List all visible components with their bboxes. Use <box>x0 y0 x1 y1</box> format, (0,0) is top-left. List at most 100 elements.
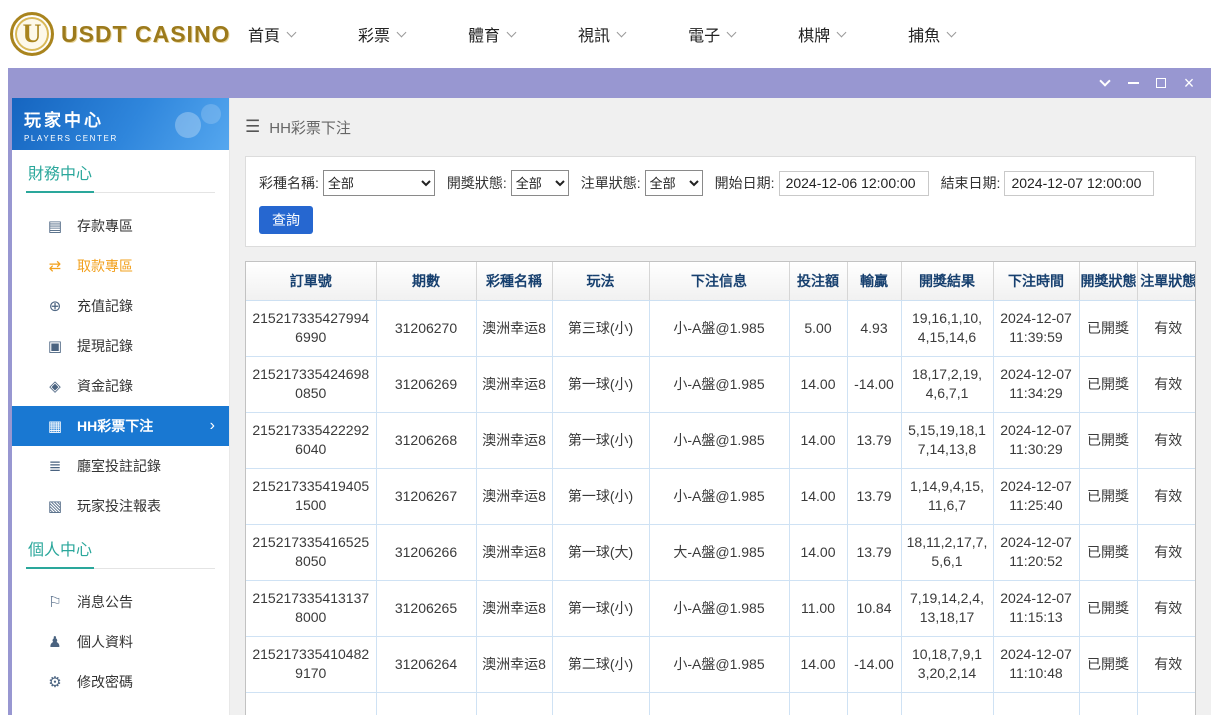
table-cell <box>476 692 552 715</box>
table-cell: 4.93 <box>847 300 901 356</box>
table-cell: 1,14,9,4,15,11,6,7 <box>901 468 993 524</box>
chevron-down-icon <box>397 27 407 37</box>
table-cell: 31206270 <box>376 300 476 356</box>
table-cell: 澳洲幸运8 <box>476 524 552 580</box>
hamburger-icon[interactable]: ☰ <box>245 117 260 137</box>
filter-button-row: 查詢 <box>259 206 1182 234</box>
table-row: 215217335419405150031206267澳洲幸运8第一球(小)小-… <box>246 468 1196 524</box>
table-cell: 澳洲幸运8 <box>476 636 552 692</box>
table-cell: 澳洲幸运8 <box>476 356 552 412</box>
sidebar-item-player-bet-report[interactable]: ▧ 玩家投注報表 <box>12 486 229 526</box>
table-cell <box>1079 692 1137 715</box>
table-cell: 有效 <box>1137 524 1196 580</box>
table-cell: 已開獎 <box>1079 580 1137 636</box>
site-logo[interactable]: U USDT CASINO <box>10 12 248 56</box>
sidebar-section-finance: 財務中心 <box>26 160 215 193</box>
window-maximize-button[interactable] <box>1147 68 1175 98</box>
main-nav: 首頁 彩票 體育 視訊 電子 棋牌 捕魚 <box>248 22 1018 46</box>
nav-item-lottery[interactable]: 彩票 <box>358 22 405 46</box>
sidebar-item-profile[interactable]: ♟ 個人資料 <box>12 622 229 662</box>
table-cell: 5.00 <box>789 300 847 356</box>
table-cell: 第一球(大) <box>552 524 649 580</box>
table-cell <box>649 692 789 715</box>
table-cell: 18,17,2,19,4,6,7,1 <box>901 356 993 412</box>
sidebar-item-label: 資金記錄 <box>77 376 133 396</box>
logo-monogram: U <box>10 12 54 56</box>
filter-row: 彩種名稱: 全部 開獎狀態: 全部 注單狀態: 全部 開始日期: <box>259 170 1182 196</box>
table-cell: 31206265 <box>376 580 476 636</box>
table-cell: 2152173354222926040 <box>246 412 376 468</box>
window-body: 玩家中心 PLAYERS CENTER 財務中心 ▤ 存款專區 ⇄ 取款專區 <box>12 98 1211 715</box>
table-cell: 11.00 <box>789 580 847 636</box>
end-date-label: 結束日期: <box>941 173 1001 193</box>
nav-item-fishing[interactable]: 捕魚 <box>908 22 955 46</box>
window-titlebar: × <box>12 68 1211 98</box>
table-cell <box>376 692 476 715</box>
chevron-down-icon <box>947 27 957 37</box>
nav-item-sports[interactable]: 體育 <box>468 22 515 46</box>
nav-item-video[interactable]: 視訊 <box>578 22 625 46</box>
table-cell: 14.00 <box>789 524 847 580</box>
table-cell: 第二球(小) <box>552 636 649 692</box>
table-cell: 31206268 <box>376 412 476 468</box>
nav-item-egames[interactable]: 電子 <box>688 22 735 46</box>
end-date-input[interactable] <box>1004 171 1154 196</box>
table-row: 215217335427994699031206270澳洲幸运8第三球(小)小-… <box>246 300 1196 356</box>
sidebar-item-recharge-records[interactable]: ⊕ 充值記錄 <box>12 286 229 326</box>
sidebar-item-label: 消息公告 <box>77 592 133 612</box>
table-cell: 澳洲幸运8 <box>476 412 552 468</box>
screen: U USDT CASINO 首頁 彩票 體育 視訊 電子 棋牌 捕魚 × 玩家中… <box>0 0 1211 715</box>
table-cell: -14.00 <box>847 356 901 412</box>
player-center-window: × 玩家中心 PLAYERS CENTER 財務中心 ▤ 存款專區 ⇄ <box>8 68 1211 715</box>
cash-record-icon: ▣ <box>46 337 64 355</box>
table-cell: 已開獎 <box>1079 468 1137 524</box>
bet-table: 訂單號期數彩種名稱玩法下注信息投注額輸贏開獎結果下注時間開獎狀態注單狀態 215… <box>246 262 1196 715</box>
sidebar-item-withdrawal-records[interactable]: ▣ 提現記錄 <box>12 326 229 366</box>
table-cell: 19,16,1,10,4,15,14,6 <box>901 300 993 356</box>
nav-item-label: 電子 <box>688 22 720 46</box>
table-row: 215217335410482917031206264澳洲幸运8第二球(小)小-… <box>246 636 1196 692</box>
sidebar-item-label: 存款專區 <box>77 216 133 236</box>
table-cell: 13.79 <box>847 524 901 580</box>
sidebar-item-hh-lottery-bets[interactable]: ▦ HH彩票下注 › <box>12 406 229 446</box>
sidebar: 玩家中心 PLAYERS CENTER 財務中心 ▤ 存款專區 ⇄ 取款專區 <box>12 98 230 715</box>
sidebar-item-deposit[interactable]: ▤ 存款專區 <box>12 206 229 246</box>
start-date-input[interactable] <box>779 171 929 196</box>
deposit-icon: ▤ <box>46 217 64 235</box>
main-content: ☰ HH彩票下注 彩種名稱: 全部 開獎狀態: 全部 注單狀態: <box>230 98 1211 715</box>
lottery-type-select[interactable]: 全部 <box>323 170 435 196</box>
start-date-label: 開始日期: <box>715 173 775 193</box>
search-button[interactable]: 查詢 <box>259 206 313 234</box>
recharge-icon: ⊕ <box>46 297 64 315</box>
sidebar-item-withdraw[interactable]: ⇄ 取款專區 <box>12 246 229 286</box>
maximize-icon <box>1156 78 1166 88</box>
draw-status-select[interactable]: 全部 <box>511 170 569 196</box>
bet-table-body: 215217335427994699031206270澳洲幸运8第三球(小)小-… <box>246 300 1196 715</box>
bet-table-card: 訂單號期數彩種名稱玩法下注信息投注額輸贏開獎結果下注時間開獎狀態注單狀態 215… <box>245 261 1196 715</box>
table-cell: 2152173354279946990 <box>246 300 376 356</box>
nav-item-chess[interactable]: 棋牌 <box>798 22 845 46</box>
table-cell: 18,11,2,17,7,5,6,1 <box>901 524 993 580</box>
window-collapse-button[interactable] <box>1091 68 1119 98</box>
sidebar-item-change-password[interactable]: ⚙ 修改密碼 <box>12 662 229 702</box>
table-cell: 澳洲幸运8 <box>476 580 552 636</box>
table-cell: 已開獎 <box>1079 412 1137 468</box>
nav-item-home[interactable]: 首頁 <box>248 22 295 46</box>
bet-table-header-row: 訂單號期數彩種名稱玩法下注信息投注額輸贏開獎結果下注時間開獎狀態注單狀態 <box>246 262 1196 300</box>
list-icon: ≣ <box>46 457 64 475</box>
column-header: 投注額 <box>789 262 847 300</box>
column-header: 注單狀態 <box>1137 262 1196 300</box>
sidebar-item-funds-records[interactable]: ◈ 資金記錄 <box>12 366 229 406</box>
table-cell: 小-A盤@1.985 <box>649 636 789 692</box>
lottery-type-label: 彩種名稱: <box>259 173 319 193</box>
window-close-button[interactable]: × <box>1175 68 1203 98</box>
sidebar-item-room-bet-records[interactable]: ≣ 廳室投註記錄 <box>12 446 229 486</box>
window-minimize-button[interactable] <box>1119 68 1147 98</box>
filter-panel: 彩種名稱: 全部 開獎狀態: 全部 注單狀態: 全部 開始日期: <box>245 156 1196 247</box>
chevron-down-icon <box>287 27 297 37</box>
bet-status-select[interactable]: 全部 <box>645 170 703 196</box>
sidebar-item-announcements[interactable]: ⚐ 消息公告 <box>12 582 229 622</box>
table-cell: 第一球(小) <box>552 580 649 636</box>
column-header: 開獎狀態 <box>1079 262 1137 300</box>
table-cell: 31206267 <box>376 468 476 524</box>
